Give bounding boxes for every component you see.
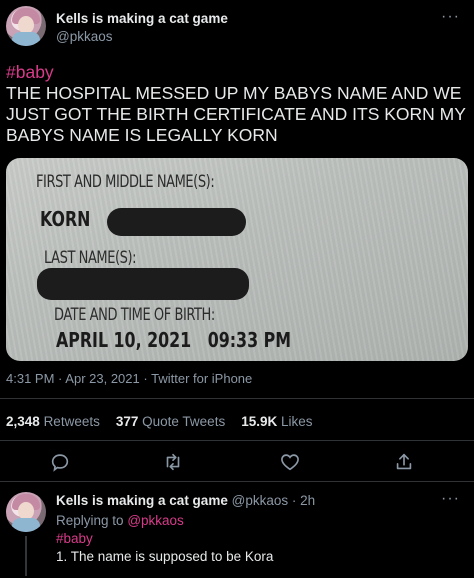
divider [0,398,474,399]
last-name-label: LAST NAME(S): [44,248,137,268]
divider [0,440,474,441]
retweet-icon[interactable] [162,451,184,473]
tweet-text: #baby THE HOSPITAL MESSED UP MY BABYS NA… [6,62,468,146]
retweets-stat[interactable]: 2,348 Retweets [6,414,100,429]
handle-and-time[interactable]: @pkkaos · 2h [232,493,316,508]
avatar[interactable] [6,6,46,46]
tweet-date[interactable]: Apr 23, 2021 [65,371,139,386]
redacted-middle-name [107,208,246,236]
divider [0,481,474,482]
separator-dot: · [143,371,148,386]
replying-to-link[interactable]: @pkkaos [127,513,183,528]
tweet-action-bar [0,447,474,477]
tweet-body-text: THE HOSPITAL MESSED UP MY BABYS NAME AND… [6,83,466,145]
reply-header: Kells is making a cat game @pkkaos · 2h [56,493,315,508]
thread-line [25,536,27,576]
reply-icon[interactable] [49,451,71,473]
tweet-photo[interactable]: FIRST AND MIDDLE NAME(S): KORN LAST NAME… [6,158,468,361]
dob-value: APRIL 10, 2021 09:33 PM [56,328,291,352]
tweet-timestamp: 4:31 PM · Apr 23, 2021 · Twitter for iPh… [6,371,252,386]
hashtag-link[interactable]: #baby [56,531,93,546]
share-icon[interactable] [393,451,415,473]
like-icon[interactable] [279,451,301,473]
quote-tweets-stat[interactable]: 377 Quote Tweets [116,414,225,429]
tweet-source[interactable]: Twitter for iPhone [151,371,252,386]
separator-dot: · [58,371,63,386]
redacted-last-name [37,268,249,300]
likes-stat[interactable]: 15.9K Likes [241,414,312,429]
user-handle[interactable]: @pkkaos [56,29,112,44]
avatar[interactable] [6,492,46,532]
more-options-icon[interactable]: ··· [441,8,460,26]
tweet-header: Kells is making a cat game @pkkaos ··· [6,6,468,50]
tweet-time[interactable]: 4:31 PM [6,371,54,386]
hashtag-link[interactable]: #baby [6,62,468,83]
display-name[interactable]: Kells is making a cat game [56,11,228,26]
tweet-stats: 2,348 Retweets 377 Quote Tweets 15.9K Li… [6,414,313,429]
first-middle-name-label: FIRST AND MIDDLE NAME(S): [36,172,215,192]
birth-certificate-photo: FIRST AND MIDDLE NAME(S): KORN LAST NAME… [6,158,468,361]
dob-label: DATE AND TIME OF BIRTH: [54,305,215,325]
display-name[interactable]: Kells is making a cat game [56,493,228,508]
replying-to: Replying to @pkkaos [56,513,184,528]
reply-text: 1. The name is supposed to be Kora [56,549,274,564]
more-options-icon[interactable]: ··· [441,490,460,508]
reply-tweet[interactable]: Kells is making a cat game @pkkaos · 2h … [6,488,468,578]
first-name-value: KORN [40,207,91,231]
